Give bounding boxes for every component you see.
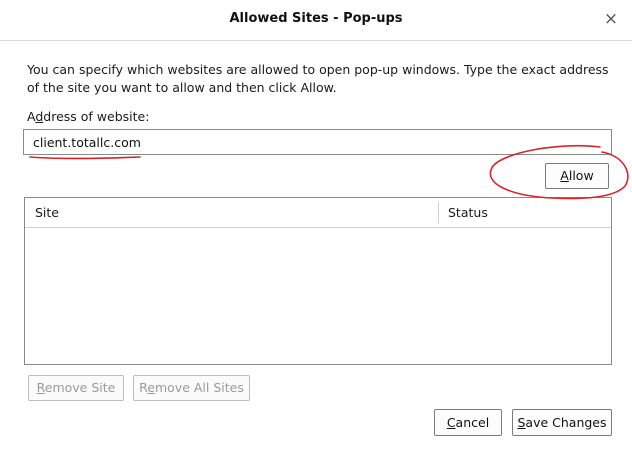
allow-button[interactable]: Allow [545, 163, 609, 189]
cancel-accesskey: C [446, 415, 456, 430]
column-header-site[interactable]: Site [35, 205, 59, 220]
dialog-description: You can specify which websites are allow… [27, 62, 609, 95]
close-icon[interactable]: × [600, 8, 622, 30]
remove-all-accesskey: e [147, 380, 155, 395]
remove-all-label: move All Sites [154, 380, 244, 395]
cancel-button[interactable]: Cancel [434, 409, 502, 436]
address-input[interactable]: client.totallc.com [23, 129, 612, 155]
save-changes-button[interactable]: Save Changes [512, 409, 612, 436]
save-label: ave Changes [525, 415, 607, 430]
address-underline-annotation [29, 156, 141, 160]
sites-table[interactable]: Site Status [24, 197, 612, 365]
address-label: Address of website: [27, 109, 149, 124]
column-divider[interactable] [438, 202, 439, 223]
remove-site-button[interactable]: Remove Site [28, 375, 124, 401]
column-header-status[interactable]: Status [448, 205, 488, 220]
cancel-label: ancel [455, 415, 490, 430]
allowed-sites-dialog: Allowed Sites - Pop-ups × You can specif… [0, 0, 632, 454]
remove-all-sites-button[interactable]: Remove All Sites [133, 375, 250, 401]
allow-label: llow [568, 168, 594, 183]
table-header: Site Status [25, 198, 611, 228]
address-input-value: client.totallc.com [33, 135, 141, 150]
remove-site-label: emove Site [44, 380, 116, 395]
address-label-suffix: dress of website: [43, 109, 150, 124]
title-bar: Allowed Sites - Pop-ups × [0, 0, 632, 41]
allow-accesskey: A [560, 168, 569, 183]
dialog-title: Allowed Sites - Pop-ups [229, 11, 403, 26]
remove-site-accesskey: R [36, 380, 45, 395]
